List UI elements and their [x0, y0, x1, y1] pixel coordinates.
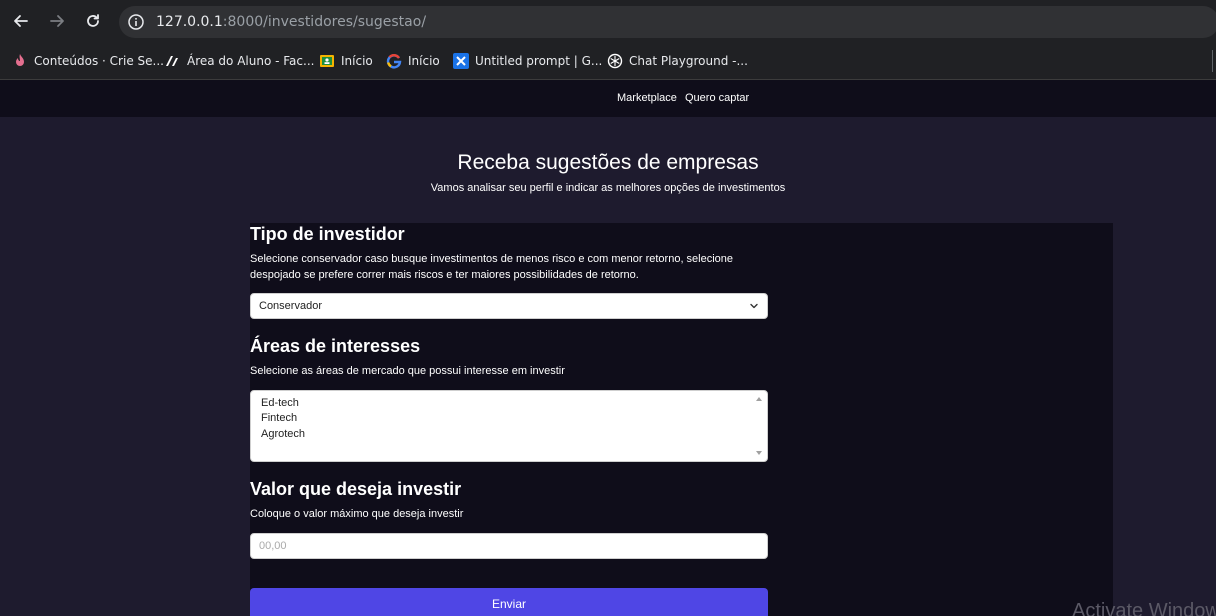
areas-description: Selecione as áreas de mercado que possui…: [250, 365, 565, 377]
reload-icon: [87, 14, 99, 27]
site-info-icon[interactable]: [127, 13, 145, 31]
address-bar[interactable]: 127.0.0.1:8000/investidores/sugestao/: [119, 6, 1216, 38]
amount-input[interactable]: [250, 533, 768, 559]
back-button[interactable]: [9, 9, 33, 33]
investor-type-description: Selecione conservador caso busque invest…: [250, 253, 734, 281]
arrow-left-icon: [14, 15, 28, 27]
suggestion-form: Tipo de investidor Selecione conservador…: [250, 223, 1113, 616]
page-subtitle: Vamos analisar seu perfil e indicar as m…: [430, 182, 786, 194]
investor-type-select[interactable]: Conservador: [250, 293, 768, 319]
chevron-down-icon: [750, 303, 758, 309]
browser-toolbar: 127.0.0.1:8000/investidores/sugestao/: [0, 0, 1216, 42]
areas-title: Áreas de interesses: [250, 336, 421, 356]
bookmark-item[interactable]: Área do Aluno - Fac...: [165, 52, 314, 70]
url-text: 127.0.0.1:8000/investidores/sugestao/: [156, 14, 426, 30]
classroom-icon: [320, 55, 334, 67]
area-option[interactable]: Agrotech: [261, 428, 305, 440]
activation-watermark: Activate Windows: [1072, 600, 1216, 616]
nav-link-marketplace[interactable]: Marketplace: [617, 92, 677, 104]
url-path: :8000/investidores/sugestao/: [222, 14, 427, 30]
areas-multiselect[interactable]: Ed-tech Fintech Agrotech: [250, 390, 768, 462]
reload-button[interactable]: [81, 9, 105, 33]
bookmark-item[interactable]: Início: [386, 52, 440, 70]
scroll-down-icon[interactable]: [755, 449, 763, 457]
area-option[interactable]: Fintech: [261, 412, 297, 424]
ai-studio-icon: [453, 53, 469, 69]
submit-button[interactable]: Enviar: [250, 588, 768, 616]
bookmark-label: Início: [341, 54, 373, 68]
area-option[interactable]: Ed-tech: [261, 397, 299, 409]
investor-type-selected: Conservador: [259, 300, 322, 312]
bookmark-item[interactable]: Untitled prompt | G...: [453, 52, 602, 70]
url-host: 127.0.0.1: [156, 14, 223, 30]
bookmark-label: Conteúdos · Crie Se...: [34, 54, 164, 68]
bookmark-label: Untitled prompt | G...: [475, 54, 603, 68]
bookmarks-bar: Conteúdos · Crie Se... Área do Aluno - F…: [0, 42, 1216, 80]
nav-link-quero-captar[interactable]: Quero captar: [685, 92, 749, 104]
scroll-up-icon[interactable]: [755, 395, 763, 403]
investor-type-title: Tipo de investidor: [250, 224, 405, 244]
site-navbar: Marketplace Quero captar: [0, 80, 1216, 117]
bookmarks-divider: [1212, 50, 1213, 72]
flame-icon: [16, 54, 24, 66]
page-title: Receba sugestões de empresas: [457, 151, 759, 174]
bookmark-label: Área do Aluno - Fac...: [187, 54, 315, 68]
forward-button[interactable]: [45, 9, 69, 33]
logo-icon: [166, 56, 178, 66]
bookmark-label: Início: [408, 54, 440, 68]
bookmark-label: Chat Playground -...: [629, 54, 748, 68]
bookmark-item[interactable]: Início: [319, 52, 373, 70]
bookmark-item[interactable]: Chat Playground -...: [607, 52, 748, 70]
amount-description: Coloque o valor máximo que deseja invest…: [250, 508, 464, 520]
openai-icon: [607, 53, 623, 69]
arrow-right-icon: [50, 15, 64, 27]
amount-title: Valor que deseja investir: [250, 479, 462, 499]
google-icon: [386, 54, 402, 69]
bookmark-item[interactable]: Conteúdos · Crie Se...: [12, 52, 164, 70]
